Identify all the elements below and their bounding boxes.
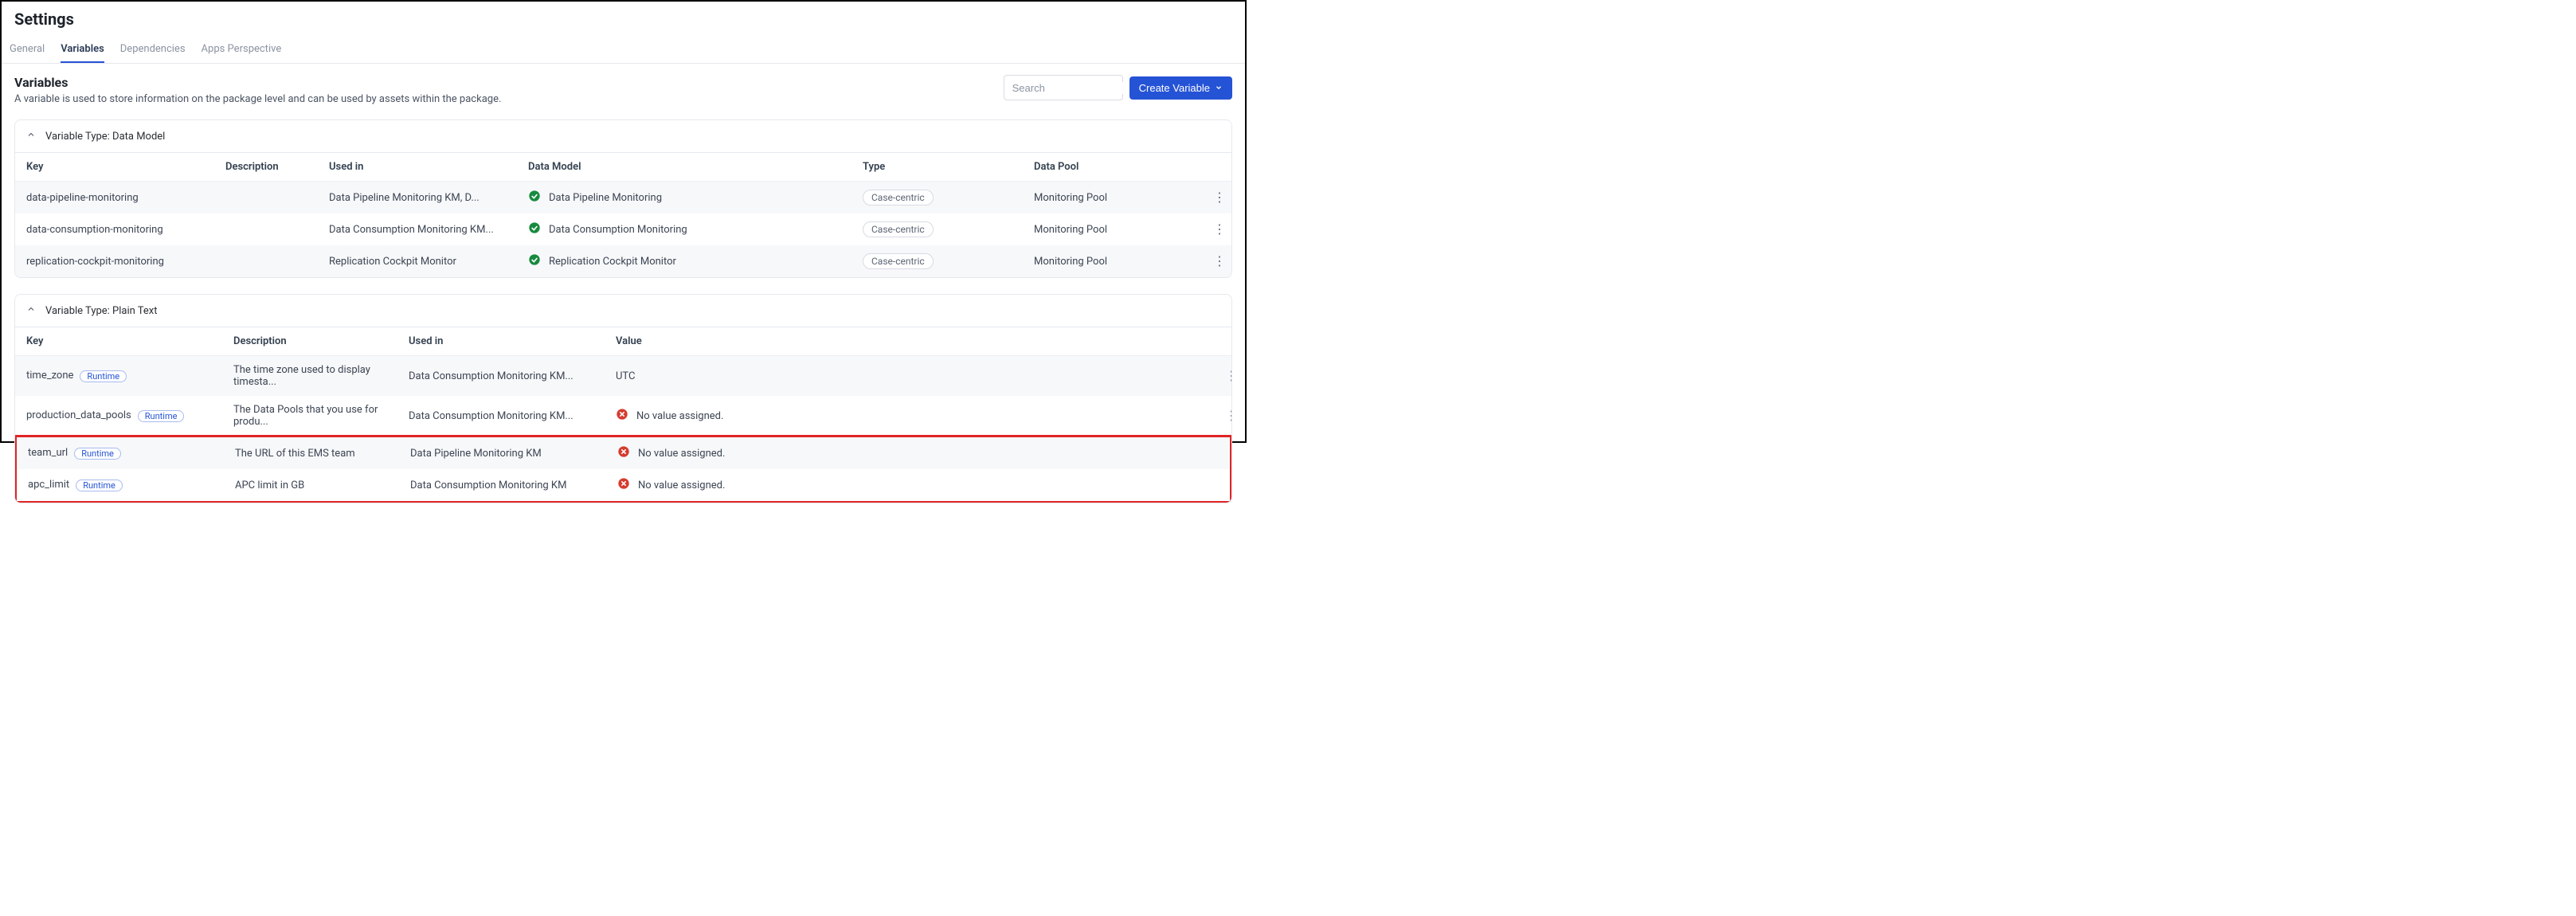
more-actions-icon[interactable]: ⋮ [1215, 481, 1232, 489]
cell-description: The Data Pools that you use for produ... [233, 404, 409, 428]
panel-plain-text: Variable Type: Plain Text Key Descriptio… [14, 294, 1232, 503]
type-pill: Case-centric [863, 221, 934, 237]
table-row: apc_limitRuntimeAPC limit in GBData Cons… [17, 469, 1230, 501]
panel-data-model: Variable Type: Data Model Key Descriptio… [14, 119, 1232, 278]
tab-dependencies[interactable]: Dependencies [120, 37, 186, 63]
cell-type: Case-centric [863, 221, 1034, 237]
create-variable-button[interactable]: Create Variable [1129, 76, 1232, 100]
cell-data-model: Data Consumption Monitoring [528, 221, 863, 237]
type-pill: Case-centric [863, 190, 934, 206]
runtime-pill: Runtime [80, 370, 127, 382]
x-circle-icon [616, 408, 628, 424]
tab-variables[interactable]: Variables [61, 37, 104, 63]
check-circle-icon [528, 190, 541, 206]
x-circle-icon [617, 477, 630, 493]
cell-key: apc_limitRuntime [28, 479, 235, 491]
panel-title: Variable Type: Plain Text [45, 305, 158, 317]
cell-used-in: Data Consumption Monitoring KM [410, 480, 617, 491]
panel-plain-text-header[interactable]: Variable Type: Plain Text [15, 295, 1231, 327]
page-title: Settings [14, 10, 1232, 29]
runtime-pill: Runtime [138, 410, 185, 422]
table-row: time_zoneRuntimeThe time zone used to di… [15, 356, 1231, 396]
cell-used-in: Data Pipeline Monitoring KM [410, 448, 617, 460]
table-header: Key Description Used in Data Model Type … [15, 153, 1231, 182]
cell-data-pool: Monitoring Pool [1034, 256, 1201, 268]
cell-used-in: Data Consumption Monitoring KM... [409, 410, 616, 422]
highlight-frame: team_urlRuntimeThe URL of this EMS teamD… [14, 435, 1232, 503]
cell-description: The time zone used to display timesta... [233, 364, 409, 388]
col-description: Description [225, 161, 329, 173]
col-used-in: Used in [409, 335, 616, 347]
search-input-wrapper[interactable] [1004, 75, 1123, 100]
col-description: Description [233, 335, 409, 347]
more-actions-icon[interactable]: ⋮ [1201, 194, 1225, 202]
runtime-pill: Runtime [74, 448, 121, 460]
table-row: production_data_poolsRuntimeThe Data Poo… [15, 396, 1231, 436]
cell-used-in: Data Consumption Monitoring KM... [329, 224, 528, 236]
col-type: Type [863, 161, 1034, 173]
cell-type: Case-centric [863, 253, 1034, 269]
cell-data-model: Data Pipeline Monitoring [528, 190, 863, 206]
chevron-down-icon [26, 304, 36, 317]
cell-description: APC limit in GB [235, 480, 410, 491]
cell-key: replication-cockpit-monitoring [26, 256, 225, 268]
more-actions-icon[interactable]: ⋮ [1201, 257, 1225, 265]
cell-key: production_data_poolsRuntime [26, 409, 233, 421]
x-circle-icon [617, 445, 630, 461]
cell-used-in: Replication Cockpit Monitor [329, 256, 528, 268]
cell-key: data-consumption-monitoring [26, 224, 225, 236]
tabs-bar: General Variables Dependencies Apps Pers… [2, 37, 1245, 64]
col-key: Key [26, 161, 225, 173]
cell-key: team_urlRuntime [28, 447, 235, 459]
chevron-down-icon [1215, 82, 1223, 94]
col-key: Key [26, 335, 233, 347]
more-actions-icon[interactable]: ⋮ [1215, 449, 1232, 457]
cell-used-in: Data Pipeline Monitoring KM, D... [329, 192, 528, 204]
table-header: Key Description Used in Value [15, 327, 1231, 356]
more-actions-icon[interactable]: ⋮ [1213, 372, 1232, 380]
cell-value: No value assigned. [617, 445, 1215, 461]
more-actions-icon[interactable]: ⋮ [1213, 412, 1232, 420]
cell-key: time_zoneRuntime [26, 370, 233, 382]
table-row: data-pipeline-monitoring Data Pipeline Mo… [15, 182, 1231, 213]
panel-data-model-header[interactable]: Variable Type: Data Model [15, 120, 1231, 153]
create-variable-label: Create Variable [1139, 82, 1210, 94]
cell-value: No value assigned. [616, 408, 1213, 424]
cell-description: The URL of this EMS team [235, 448, 410, 460]
cell-data-pool: Monitoring Pool [1034, 224, 1201, 236]
cell-data-pool: Monitoring Pool [1034, 192, 1201, 204]
cell-key: data-pipeline-monitoring [26, 192, 225, 204]
panel-title: Variable Type: Data Model [45, 131, 165, 143]
runtime-pill: Runtime [76, 480, 123, 491]
type-pill: Case-centric [863, 253, 934, 269]
chevron-down-icon [26, 130, 36, 143]
cell-value: No value assigned. [617, 477, 1215, 493]
check-circle-icon [528, 253, 541, 269]
tab-apps-perspective[interactable]: Apps Perspective [202, 37, 282, 63]
section-header: Variables A variable is used to store in… [14, 75, 501, 105]
cell-value: UTC [616, 370, 1213, 382]
cell-type: Case-centric [863, 190, 1034, 206]
col-value: Value [616, 335, 1213, 347]
cell-used-in: Data Consumption Monitoring KM... [409, 370, 616, 382]
col-data-model: Data Model [528, 161, 863, 173]
table-row: replication-cockpit-monitoring Replicatio… [15, 245, 1231, 277]
cell-data-model: Replication Cockpit Monitor [528, 253, 863, 269]
more-actions-icon[interactable]: ⋮ [1201, 225, 1225, 233]
tab-general[interactable]: General [10, 37, 45, 63]
check-circle-icon [528, 221, 541, 237]
table-row: data-consumption-monitoring Data Consumpt… [15, 213, 1231, 245]
section-description: A variable is used to store information … [14, 93, 501, 105]
col-data-pool: Data Pool [1034, 161, 1201, 173]
col-used-in: Used in [329, 161, 528, 173]
table-row: team_urlRuntimeThe URL of this EMS teamD… [17, 437, 1230, 469]
section-title: Variables [14, 75, 501, 90]
